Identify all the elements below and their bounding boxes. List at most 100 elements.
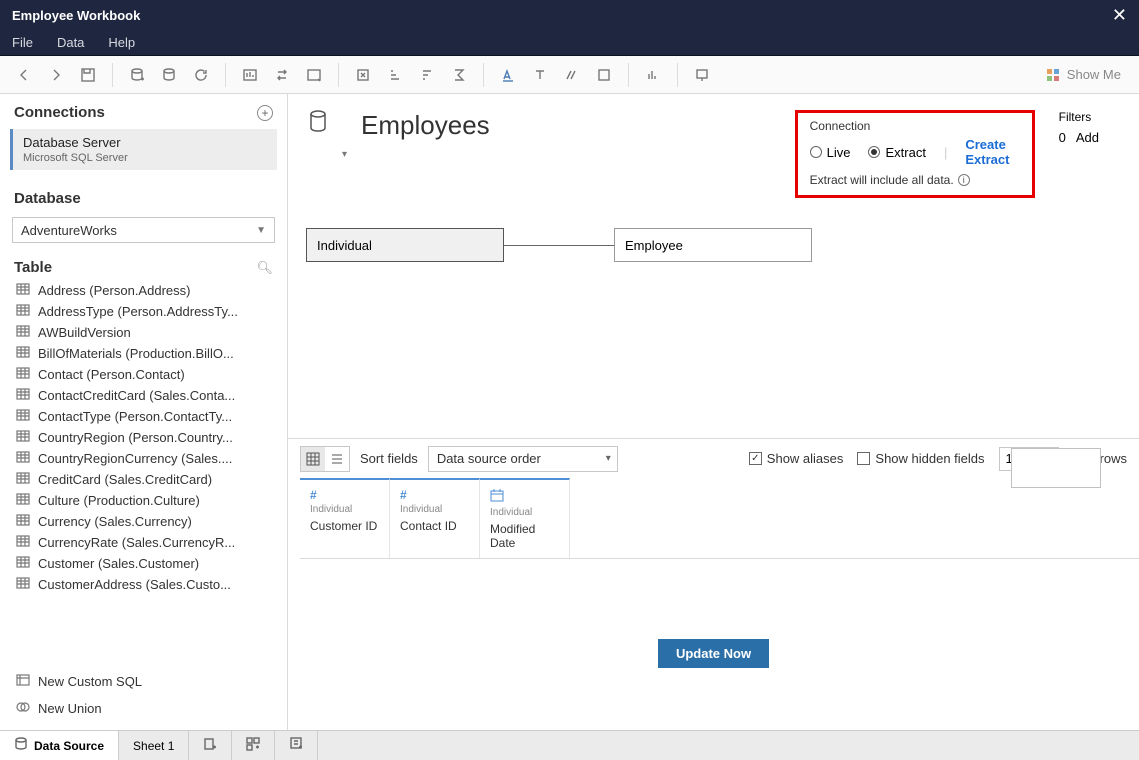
- entity-employee[interactable]: Employee: [614, 228, 812, 262]
- showme-icon: [1045, 67, 1061, 83]
- menu-help[interactable]: Help: [108, 35, 135, 50]
- table-icon: [16, 304, 30, 319]
- save-icon[interactable]: [74, 61, 102, 89]
- tab-data-source[interactable]: Data Source: [0, 731, 119, 760]
- live-radio[interactable]: Live: [810, 145, 851, 160]
- table-icon: [16, 388, 30, 403]
- table-item[interactable]: ContactCreditCard (Sales.Conta...: [0, 385, 287, 406]
- connection-type: Microsoft SQL Server: [23, 152, 267, 164]
- table-item[interactable]: Culture (Production.Culture): [0, 490, 287, 511]
- swap-icon: [268, 61, 296, 89]
- connection-box: Connection Live Extract | Create Extract…: [795, 110, 1035, 198]
- table-item[interactable]: CountryRegionCurrency (Sales....: [0, 448, 287, 469]
- database-select[interactable]: AdventureWorks ▼: [12, 217, 275, 243]
- type-icon: #: [310, 488, 379, 502]
- sort-label: Sort fields: [360, 451, 418, 466]
- show-me-button[interactable]: Show Me: [1045, 67, 1129, 83]
- connection-item[interactable]: Database Server Microsoft SQL Server: [10, 129, 277, 170]
- sort-1-icon: [381, 61, 409, 89]
- menu-file[interactable]: File: [12, 35, 33, 50]
- filters-count: 0: [1059, 130, 1066, 145]
- forward-icon[interactable]: [42, 61, 70, 89]
- close-icon[interactable]: ✕: [1112, 5, 1127, 26]
- toolbar: Show Me: [0, 56, 1139, 94]
- table-icon: [16, 367, 30, 382]
- table-icon: [16, 346, 30, 361]
- extract-radio[interactable]: Extract: [868, 145, 925, 160]
- text-icon: [526, 61, 554, 89]
- refresh-icon[interactable]: [187, 61, 215, 89]
- table-item[interactable]: ContactType (Person.ContactTy...: [0, 406, 287, 427]
- caret-down-icon: ▼: [256, 225, 266, 236]
- show-hidden-checkbox[interactable]: Show hidden fields: [857, 451, 984, 466]
- table-item[interactable]: AddressType (Person.AddressTy...: [0, 301, 287, 322]
- fit-icon: [590, 61, 618, 89]
- add-connection-icon[interactable]: +: [257, 105, 273, 121]
- filters-label: Filters: [1059, 110, 1099, 124]
- grid-view-icon[interactable]: [301, 447, 325, 471]
- sort-asc-icon: [300, 61, 328, 89]
- checkbox-icon: ✓: [749, 452, 762, 465]
- pause-icon[interactable]: [155, 61, 183, 89]
- table-label: Table: [14, 259, 52, 276]
- new-union[interactable]: New Union: [0, 695, 287, 722]
- caret-icon[interactable]: ▾: [342, 149, 347, 160]
- info-icon[interactable]: i: [958, 174, 970, 186]
- column-header[interactable]: #IndividualCustomer ID: [300, 478, 390, 558]
- new-story-icon[interactable]: [275, 731, 318, 760]
- table-item[interactable]: Contact (Person.Contact): [0, 364, 287, 385]
- chart-icon: [639, 61, 667, 89]
- table-item[interactable]: AWBuildVersion: [0, 322, 287, 343]
- column-header[interactable]: IndividualModified Date: [480, 478, 570, 558]
- table-item[interactable]: Address (Person.Address): [0, 280, 287, 301]
- title-bar: Employee Workbook ✕: [0, 0, 1139, 30]
- table-item[interactable]: CreditCard (Sales.CreditCard): [0, 469, 287, 490]
- table-item[interactable]: CountryRegion (Person.Country...: [0, 427, 287, 448]
- type-icon: #: [400, 488, 469, 502]
- table-list: Address (Person.Address)AddressType (Per…: [0, 280, 287, 664]
- table-icon: [16, 409, 30, 424]
- tab-sheet1[interactable]: Sheet 1: [119, 731, 189, 760]
- group-icon: [558, 61, 586, 89]
- new-worksheet-icon[interactable]: [189, 731, 232, 760]
- entity-individual[interactable]: Individual: [306, 228, 504, 262]
- table-item[interactable]: BillOfMaterials (Production.BillO...: [0, 343, 287, 364]
- presentation-icon: [688, 61, 716, 89]
- table-icon: [16, 493, 30, 508]
- new-datasource-icon[interactable]: [123, 61, 151, 89]
- join-canvas[interactable]: Individual Employee: [288, 208, 1139, 438]
- table-icon: [16, 472, 30, 487]
- column-header[interactable]: #IndividualContact ID: [390, 478, 480, 558]
- bottom-tabs: Data Source Sheet 1: [0, 730, 1139, 760]
- table-icon: [16, 430, 30, 445]
- search-icon[interactable]: 🔍︎: [256, 260, 273, 276]
- radio-icon: [868, 146, 880, 158]
- highlight-icon[interactable]: [494, 61, 522, 89]
- update-now-button[interactable]: Update Now: [658, 639, 769, 668]
- show-aliases-checkbox[interactable]: ✓ Show aliases: [749, 451, 844, 466]
- table-item[interactable]: CustomerAddress (Sales.Custo...: [0, 574, 287, 595]
- rows-label: rows: [1100, 451, 1127, 466]
- new-dashboard-icon[interactable]: [232, 731, 275, 760]
- table-item[interactable]: Customer (Sales.Customer): [0, 553, 287, 574]
- table-icon: [16, 535, 30, 550]
- back-icon[interactable]: [10, 61, 38, 89]
- window-title: Employee Workbook: [12, 8, 140, 23]
- connection-name: Database Server: [23, 135, 267, 150]
- table-icon: [16, 451, 30, 466]
- menu-bar: File Data Help: [0, 30, 1139, 56]
- datasource-icon: [308, 110, 328, 139]
- menu-data[interactable]: Data: [57, 35, 84, 50]
- sort-2-icon: [413, 61, 441, 89]
- list-view-icon[interactable]: [325, 447, 349, 471]
- new-custom-sql[interactable]: New Custom SQL: [0, 668, 287, 695]
- table-icon: [16, 514, 30, 529]
- create-extract-link[interactable]: Create Extract: [965, 137, 1019, 167]
- filters-add[interactable]: Add: [1076, 130, 1099, 145]
- table-item[interactable]: Currency (Sales.Currency): [0, 511, 287, 532]
- table-item[interactable]: CurrencyRate (Sales.CurrencyR...: [0, 532, 287, 553]
- datasource-title[interactable]: Employees: [361, 110, 781, 141]
- connection-label: Connection: [810, 119, 1020, 133]
- union-icon: [16, 701, 30, 716]
- sort-select[interactable]: Data source order: [428, 446, 618, 472]
